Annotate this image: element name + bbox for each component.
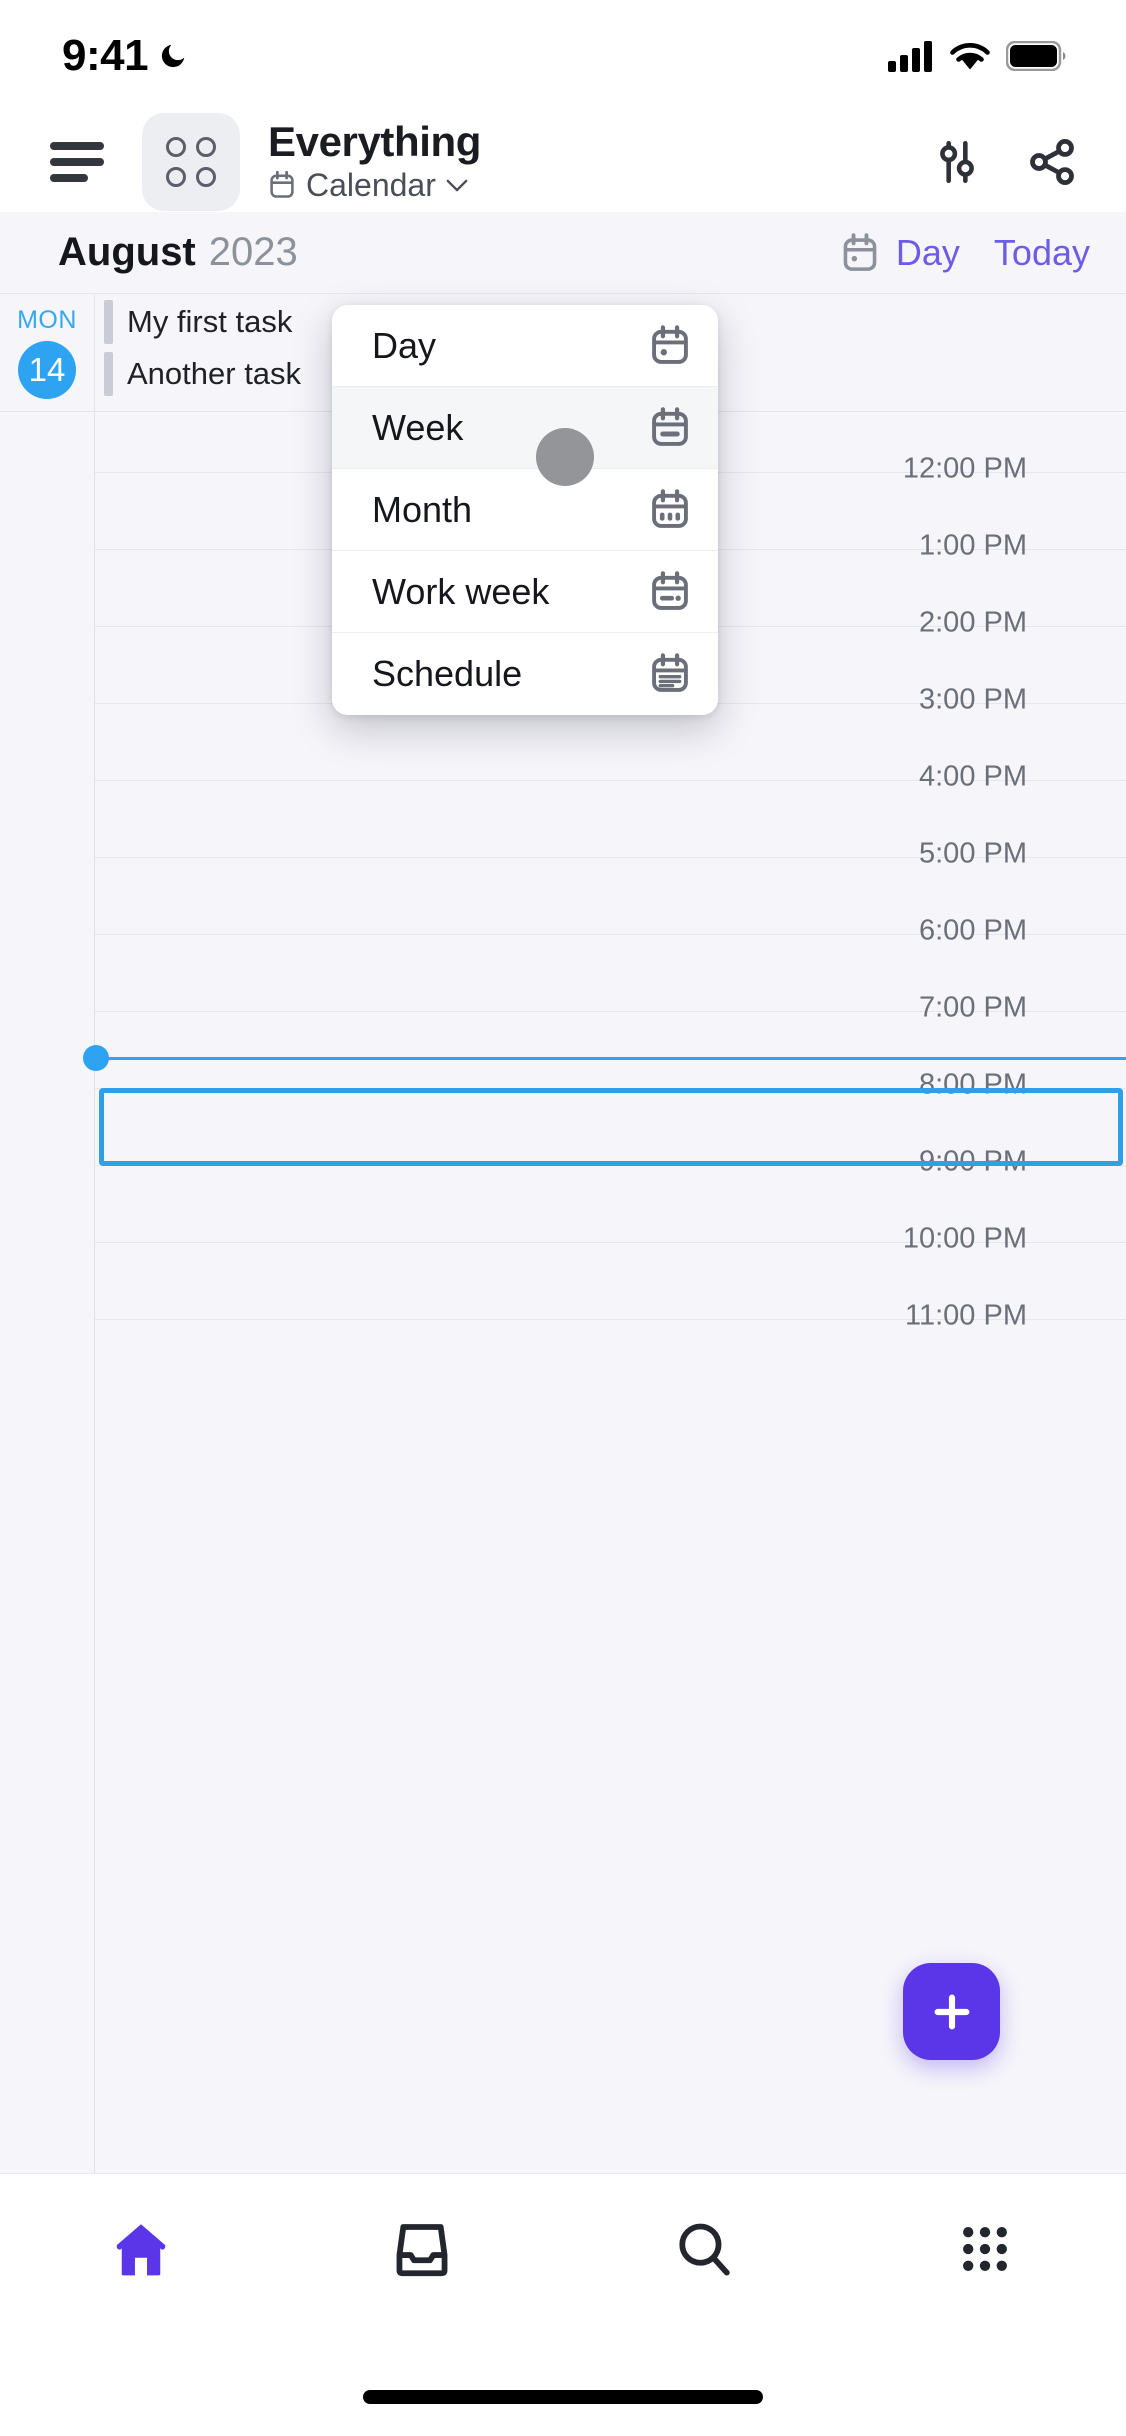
crescent-moon-icon — [161, 44, 185, 68]
app-header: Everything Calendar — [0, 112, 1126, 212]
calendar-week-icon — [652, 406, 688, 446]
calendar-month-icon — [652, 488, 688, 528]
time-label: 5:00 PM — [919, 837, 1027, 870]
hamburger-menu-icon[interactable] — [50, 142, 104, 182]
current-month: August — [58, 230, 196, 274]
day-header[interactable]: MON 14 — [0, 294, 95, 411]
menu-item-month[interactable]: Month — [332, 469, 718, 551]
time-label: 11:00 PM — [905, 1299, 1027, 1332]
calendar-day-icon — [843, 232, 877, 271]
sliders-settings-icon[interactable] — [932, 137, 982, 187]
wifi-icon — [950, 43, 990, 70]
search-icon — [679, 2223, 730, 2276]
task-title: My first task — [127, 304, 293, 339]
home-indicator-bar — [363, 2390, 763, 2404]
add-event-fab[interactable] — [903, 1963, 1000, 2060]
battery-full-icon — [1006, 41, 1066, 71]
header-subtitle: Calendar — [306, 166, 436, 203]
menu-item-label: Schedule — [372, 653, 523, 694]
four-dots-grid-icon[interactable] — [142, 113, 240, 211]
menu-item-label: Week — [372, 406, 464, 448]
status-time: 9:41 — [62, 31, 149, 80]
task-accent-bar — [104, 300, 113, 344]
date-bar-controls: Day Today — [840, 232, 1090, 274]
view-selector-label: Day — [895, 231, 960, 273]
task-title: Another task — [127, 356, 302, 391]
menu-item-work-week[interactable]: Work week — [332, 551, 718, 633]
date-bar: August 2023 Day Today — [0, 212, 1126, 294]
menu-item-schedule[interactable]: Schedule — [332, 633, 718, 715]
view-selector-button[interactable]: Day — [840, 232, 960, 274]
menu-item-day[interactable]: Day — [332, 305, 718, 387]
menu-item-label: Work week — [372, 570, 550, 612]
inbox-icon — [396, 2224, 448, 2277]
bottom-navigation — [0, 2173, 1126, 2436]
menu-item-week[interactable]: Week — [332, 387, 718, 469]
apps-grid-icon — [963, 2227, 1008, 2271]
header-subtitle-row[interactable]: Calendar — [268, 167, 481, 204]
selected-time-slot[interactable] — [99, 1088, 1123, 1166]
nav-item-apps[interactable] — [845, 2218, 1126, 2280]
time-label: 7:00 PM — [919, 991, 1027, 1024]
time-label: 1:00 PM — [919, 529, 1027, 562]
time-label: 12:00 PM — [902, 452, 1027, 485]
status-bar-right — [888, 40, 1066, 72]
nav-item-inbox[interactable] — [282, 2216, 564, 2282]
time-label: 2:00 PM — [919, 606, 1027, 639]
time-label: 6:00 PM — [919, 914, 1027, 947]
page-title: Everything — [268, 118, 482, 166]
current-time-line — [95, 1057, 1126, 1060]
status-bar-left: 9:41 — [62, 31, 188, 81]
four-dots-shape — [166, 137, 216, 187]
today-button[interactable]: Today — [994, 232, 1090, 274]
share-icon[interactable] — [1026, 136, 1078, 188]
home-icon — [116, 2224, 165, 2276]
day-number-badge: 14 — [18, 341, 76, 399]
day-of-week-label: MON — [17, 306, 77, 334]
phone-screen: 9:41 Everything Calendar August 2023 Day… — [0, 0, 1126, 2436]
menu-item-label: Day — [372, 324, 437, 366]
bottom-nav-row — [0, 2174, 1126, 2324]
current-year: 2023 — [208, 230, 298, 274]
calendar-schedule-icon — [652, 653, 688, 692]
calendar-icon — [270, 170, 294, 198]
header-actions — [932, 136, 1078, 188]
calendar-day-icon — [652, 324, 688, 364]
time-label: 3:00 PM — [919, 683, 1027, 716]
nav-item-search[interactable] — [563, 2216, 845, 2282]
time-label: 10:00 PM — [902, 1222, 1027, 1255]
task-accent-bar — [104, 352, 113, 396]
plus-icon — [934, 1994, 969, 2029]
cellular-signal-icon — [888, 41, 932, 72]
view-dropdown-menu: Day Week Month Work week Schedule — [332, 305, 718, 715]
time-gutter — [0, 412, 95, 2173]
chevron-down-icon — [446, 179, 468, 191]
current-time-dot — [83, 1045, 109, 1071]
time-label: 4:00 PM — [919, 760, 1027, 793]
menu-item-label: Month — [372, 488, 473, 530]
touch-point-indicator — [536, 428, 594, 486]
nav-item-home[interactable] — [0, 2216, 282, 2282]
calendar-workweek-icon — [652, 570, 688, 610]
header-title-block[interactable]: Everything Calendar — [268, 120, 481, 203]
status-bar: 9:41 — [0, 0, 1126, 112]
